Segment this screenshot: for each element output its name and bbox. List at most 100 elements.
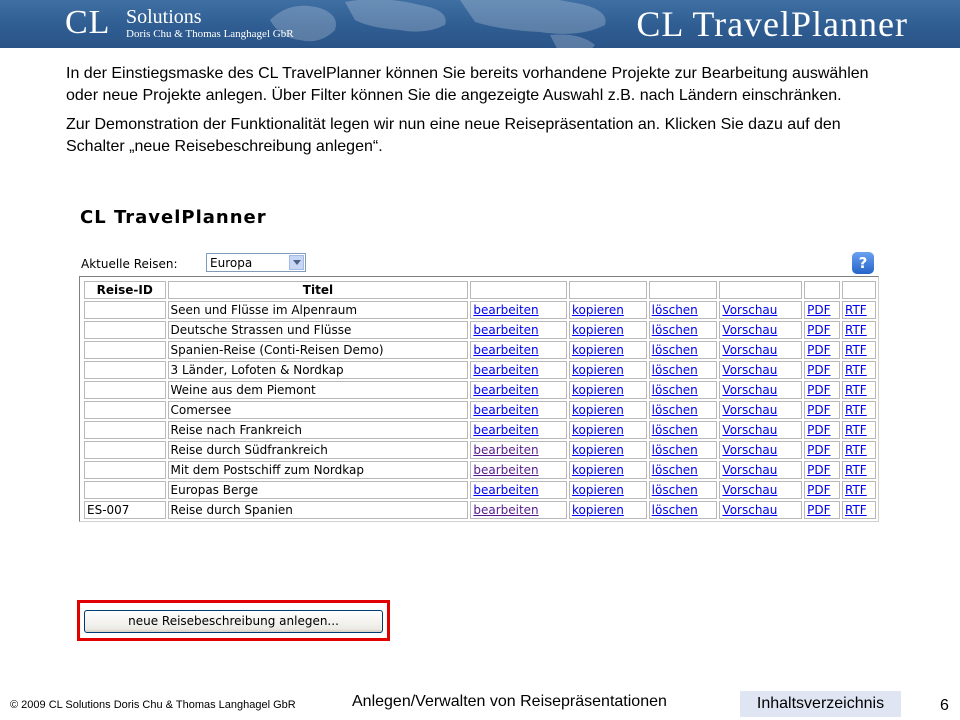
copy-link[interactable]: kopieren	[572, 503, 624, 517]
pdf-link[interactable]: PDF	[807, 303, 830, 317]
rtf-link[interactable]: RTF	[845, 343, 867, 357]
pdf-link[interactable]: PDF	[807, 483, 830, 497]
preview-link[interactable]: Vorschau	[722, 363, 777, 377]
preview-link[interactable]: Vorschau	[722, 463, 777, 477]
rtf-link[interactable]: RTF	[845, 423, 867, 437]
delete-link[interactable]: löschen	[652, 443, 698, 457]
edit-link[interactable]: bearbeiten	[473, 303, 538, 317]
preview-link[interactable]: Vorschau	[722, 443, 777, 457]
trip-id-cell	[84, 321, 166, 339]
edit-link[interactable]: bearbeiten	[473, 483, 538, 497]
column-header-edit	[470, 281, 567, 299]
preview-cell: Vorschau	[719, 401, 803, 419]
copy-link[interactable]: kopieren	[572, 343, 624, 357]
pdf-link[interactable]: PDF	[807, 423, 830, 437]
delete-link[interactable]: löschen	[652, 363, 698, 377]
delete-link[interactable]: löschen	[652, 303, 698, 317]
rtf-cell: RTF	[842, 421, 876, 439]
edit-cell: bearbeiten	[470, 501, 567, 519]
preview-cell: Vorschau	[719, 301, 803, 319]
delete-cell: löschen	[648, 501, 718, 519]
delete-link[interactable]: löschen	[652, 403, 698, 417]
world-map-decoration	[270, 0, 606, 48]
pdf-link[interactable]: PDF	[807, 443, 830, 457]
edit-link[interactable]: bearbeiten	[473, 363, 538, 377]
new-trip-button[interactable]: neue Reisebeschreibung anlegen...	[84, 610, 383, 633]
table-row: Reise durch Südfrankreich bearbeiten kopie…	[84, 441, 876, 459]
preview-link[interactable]: Vorschau	[722, 303, 777, 317]
edit-link[interactable]: bearbeiten	[473, 463, 538, 477]
intro-paragraph-1: In der Einstiegsmaske des CL TravelPlann…	[66, 65, 869, 104]
delete-link[interactable]: löschen	[652, 503, 698, 517]
edit-link[interactable]: bearbeiten	[473, 423, 538, 437]
pdf-link[interactable]: PDF	[807, 383, 830, 397]
copy-cell: kopieren	[568, 481, 647, 499]
rtf-link[interactable]: RTF	[845, 383, 867, 397]
delete-link[interactable]: löschen	[652, 383, 698, 397]
delete-link[interactable]: löschen	[652, 343, 698, 357]
help-button[interactable]: ?	[852, 252, 874, 274]
header-banner: CL Solutions Doris Chu & Thomas Langhage…	[0, 0, 960, 48]
preview-link[interactable]: Vorschau	[722, 323, 777, 337]
table-row: Mit dem Postschiff zum Nordkap bearbeiten…	[84, 461, 876, 479]
preview-link[interactable]: Vorschau	[722, 503, 777, 517]
copy-link[interactable]: kopieren	[572, 423, 624, 437]
pdf-link[interactable]: PDF	[807, 503, 830, 517]
edit-link[interactable]: bearbeiten	[473, 323, 538, 337]
rtf-cell: RTF	[842, 501, 876, 519]
copy-link[interactable]: kopieren	[572, 403, 624, 417]
delete-link[interactable]: löschen	[652, 423, 698, 437]
preview-link[interactable]: Vorschau	[722, 423, 777, 437]
pdf-link[interactable]: PDF	[807, 403, 830, 417]
copy-link[interactable]: kopieren	[572, 323, 624, 337]
pdf-link[interactable]: PDF	[807, 363, 830, 377]
trip-id-cell	[84, 361, 166, 379]
copy-link[interactable]: kopieren	[572, 383, 624, 397]
pdf-link[interactable]: PDF	[807, 463, 830, 477]
preview-link[interactable]: Vorschau	[722, 483, 777, 497]
rtf-link[interactable]: RTF	[845, 463, 867, 477]
footer-topic: Anlegen/Verwalten von Reisepräsentatione…	[352, 693, 667, 710]
rtf-link[interactable]: RTF	[845, 363, 867, 377]
rtf-link[interactable]: RTF	[845, 503, 867, 517]
edit-link[interactable]: bearbeiten	[473, 343, 538, 357]
chevron-down-icon[interactable]	[289, 255, 304, 270]
trip-id-cell: ES-007	[84, 501, 166, 519]
copy-link[interactable]: kopieren	[572, 463, 624, 477]
copy-link[interactable]: kopieren	[572, 483, 624, 497]
copy-cell: kopieren	[568, 441, 647, 459]
trip-title-cell: Mit dem Postschiff zum Nordkap	[167, 461, 469, 479]
trip-id-cell	[84, 481, 166, 499]
edit-cell: bearbeiten	[470, 481, 567, 499]
preview-link[interactable]: Vorschau	[722, 403, 777, 417]
rtf-link[interactable]: RTF	[845, 483, 867, 497]
rtf-link[interactable]: RTF	[845, 323, 867, 337]
edit-link[interactable]: bearbeiten	[473, 503, 538, 517]
rtf-link[interactable]: RTF	[845, 403, 867, 417]
trip-id-cell	[84, 301, 166, 319]
trip-title-cell: Seen und Flüsse im Alpenraum	[170, 303, 358, 317]
preview-cell: Vorschau	[719, 321, 803, 339]
edit-link[interactable]: bearbeiten	[473, 403, 538, 417]
pdf-cell: PDF	[804, 461, 841, 479]
copy-link[interactable]: kopieren	[572, 443, 624, 457]
copy-cell: kopieren	[568, 461, 647, 479]
pdf-link[interactable]: PDF	[807, 343, 830, 357]
delete-link[interactable]: löschen	[652, 323, 698, 337]
table-of-contents-link[interactable]: Inhaltsverzeichnis	[740, 691, 901, 717]
preview-link[interactable]: Vorschau	[722, 343, 777, 357]
edit-link[interactable]: bearbeiten	[473, 443, 538, 457]
trips-table: Reise-ID Titel Seen und Flüsse im Alpenr…	[82, 279, 878, 521]
preview-link[interactable]: Vorschau	[722, 383, 777, 397]
delete-link[interactable]: löschen	[652, 483, 698, 497]
copy-link[interactable]: kopieren	[572, 363, 624, 377]
rtf-link[interactable]: RTF	[845, 303, 867, 317]
rtf-cell: RTF	[842, 441, 876, 459]
rtf-cell: RTF	[842, 481, 876, 499]
pdf-link[interactable]: PDF	[807, 323, 830, 337]
copy-link[interactable]: kopieren	[572, 303, 624, 317]
edit-link[interactable]: bearbeiten	[473, 383, 538, 397]
rtf-link[interactable]: RTF	[845, 443, 867, 457]
country-filter-select[interactable]: Europa	[206, 253, 306, 272]
delete-link[interactable]: löschen	[652, 463, 698, 477]
